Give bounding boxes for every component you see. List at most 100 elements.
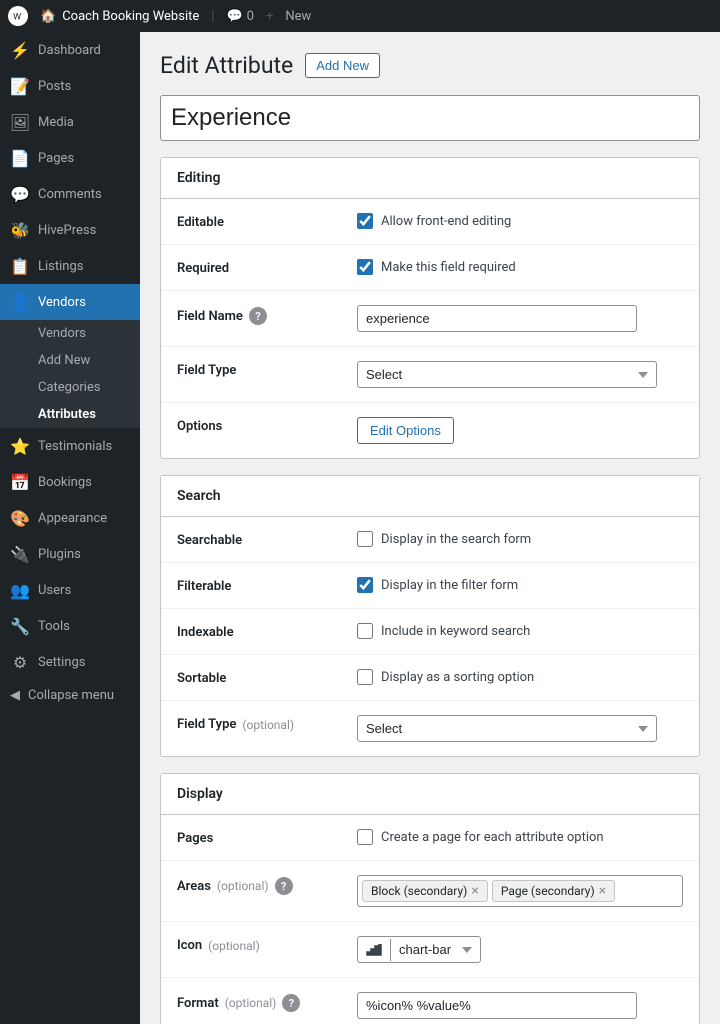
tag-block-secondary: Block (secondary) ×: [362, 880, 488, 902]
comment-icon: 💬: [226, 9, 242, 24]
collapse-menu[interactable]: ◀ Collapse menu: [0, 680, 140, 711]
sidebar-item-tools[interactable]: 🔧 Tools: [0, 608, 140, 644]
editing-section: Editing Editable Allow front-end editing…: [160, 157, 700, 459]
svg-text:W: W: [13, 13, 21, 23]
field-name-control: [357, 305, 683, 332]
sidebar-item-hivepress[interactable]: 🐝 HivePress: [0, 212, 140, 248]
pages-checkbox[interactable]: [357, 829, 373, 845]
sidebar-item-vendors[interactable]: 👤 Vendors: [0, 284, 140, 320]
icon-select-prefix: [358, 939, 391, 961]
collapse-label: Collapse menu: [28, 688, 114, 703]
search-field-type-select[interactable]: Select Text Range Radio: [357, 715, 657, 742]
indexable-control: Include in keyword search: [357, 623, 683, 639]
filterable-checkbox[interactable]: [357, 577, 373, 593]
page-title: Edit Attribute: [160, 52, 293, 79]
collapse-icon: ◀: [10, 688, 20, 703]
users-icon: 👥: [10, 580, 30, 600]
areas-row: Areas (optional) ? Block (secondary) × P…: [161, 861, 699, 922]
attribute-name-input[interactable]: [160, 95, 700, 141]
required-checkbox[interactable]: [357, 259, 373, 275]
sidebar-item-label: Bookings: [38, 475, 92, 490]
searchable-checkbox[interactable]: [357, 531, 373, 547]
sidebar-item-label: Listings: [38, 259, 83, 274]
sidebar-item-bookings[interactable]: 📅 Bookings: [0, 464, 140, 500]
sidebar-item-testimonials[interactable]: ⭐ Testimonials: [0, 428, 140, 464]
editable-check-label: Allow front-end editing: [381, 214, 511, 229]
search-section-title: Search: [161, 476, 699, 517]
sidebar-menu: ⚡ Dashboard 📝 Posts 🖼 Media 📄 Pages 💬 Co…: [0, 32, 140, 680]
icon-select[interactable]: chart-bar star heart: [391, 937, 480, 962]
top-bar: W 🏠 Coach Booking Website | 💬 0 + New: [0, 0, 720, 32]
sidebar-item-media[interactable]: 🖼 Media: [0, 104, 140, 140]
format-input[interactable]: [357, 992, 637, 1019]
sortable-label: Sortable: [177, 669, 357, 686]
tag-remove-block[interactable]: ×: [471, 884, 478, 898]
sidebar-item-comments[interactable]: 💬 Comments: [0, 176, 140, 212]
sidebar-item-users[interactable]: 👥 Users: [0, 572, 140, 608]
sidebar-sub-categories[interactable]: Categories: [0, 374, 140, 401]
format-control: [357, 992, 683, 1019]
edit-options-button[interactable]: Edit Options: [357, 417, 454, 444]
filterable-control: Display in the filter form: [357, 577, 683, 593]
field-type-select[interactable]: Select Text Textarea Number Date Checkbo…: [357, 361, 657, 388]
areas-help-icon[interactable]: ?: [275, 877, 293, 895]
vendors-submenu: Vendors Add New Categories Attributes: [0, 320, 140, 428]
new-link[interactable]: New: [285, 9, 311, 24]
wp-logo[interactable]: W: [8, 6, 28, 26]
sortable-row: Sortable Display as a sorting option: [161, 655, 699, 701]
searchable-row: Searchable Display in the search form: [161, 517, 699, 563]
tools-icon: 🔧: [10, 616, 30, 636]
listings-icon: 📋: [10, 256, 30, 276]
searchable-check: Display in the search form: [357, 531, 531, 547]
format-help-icon[interactable]: ?: [282, 994, 300, 1012]
comments-link[interactable]: 💬 0: [226, 9, 254, 24]
required-row: Required Make this field required: [161, 245, 699, 291]
layout: ⚡ Dashboard 📝 Posts 🖼 Media 📄 Pages 💬 Co…: [0, 32, 720, 1024]
sidebar-item-settings[interactable]: ⚙ Settings: [0, 644, 140, 680]
sidebar-sub-add-new[interactable]: Add New: [0, 347, 140, 374]
indexable-checkbox[interactable]: [357, 623, 373, 639]
tag-remove-page[interactable]: ×: [599, 884, 606, 898]
sidebar-item-label: Media: [38, 115, 74, 130]
sidebar-item-label: HivePress: [38, 223, 96, 238]
sidebar-sub-attributes[interactable]: Attributes: [0, 401, 140, 428]
comments-icon: 💬: [10, 184, 30, 204]
pages-check-label: Create a page for each attribute option: [381, 830, 604, 845]
areas-tags-container[interactable]: Block (secondary) × Page (secondary) ×: [357, 875, 683, 907]
site-link[interactable]: 🏠 Coach Booking Website: [40, 9, 199, 24]
add-new-button[interactable]: Add New: [305, 53, 380, 78]
sidebar-sub-vendors[interactable]: Vendors: [0, 320, 140, 347]
required-label: Required: [177, 259, 357, 276]
sidebar-item-label: Plugins: [38, 547, 81, 562]
filterable-check-label: Display in the filter form: [381, 578, 518, 593]
page-header: Edit Attribute Add New: [160, 52, 700, 79]
sortable-checkbox[interactable]: [357, 669, 373, 685]
sidebar-item-listings[interactable]: 📋 Listings: [0, 248, 140, 284]
required-check-label: Make this field required: [381, 260, 516, 275]
sidebar-item-pages[interactable]: 📄 Pages: [0, 140, 140, 176]
plugins-icon: 🔌: [10, 544, 30, 564]
editing-section-title: Editing: [161, 158, 699, 199]
icon-row: Icon (optional): [161, 922, 699, 978]
format-row: Format (optional) ?: [161, 978, 699, 1024]
vendors-icon: 👤: [10, 292, 30, 312]
sidebar-item-posts[interactable]: 📝 Posts: [0, 68, 140, 104]
sidebar-item-plugins[interactable]: 🔌 Plugins: [0, 536, 140, 572]
sidebar-item-label: Posts: [38, 79, 71, 94]
indexable-label: Indexable: [177, 623, 357, 640]
sidebar-item-label: Settings: [38, 655, 85, 670]
format-label: Format (optional) ?: [177, 992, 357, 1012]
field-type-label: Field Type: [177, 361, 357, 378]
filterable-check: Display in the filter form: [357, 577, 518, 593]
search-section: Search Searchable Display in the search …: [160, 475, 700, 757]
sidebar-item-dashboard[interactable]: ⚡ Dashboard: [0, 32, 140, 68]
sidebar-item-label: Vendors: [38, 295, 86, 310]
field-type-row: Field Type Select Text Textarea Number D…: [161, 347, 699, 403]
editable-checkbox[interactable]: [357, 213, 373, 229]
field-name-input[interactable]: [357, 305, 637, 332]
new-label: New: [285, 9, 311, 24]
indexable-row: Indexable Include in keyword search: [161, 609, 699, 655]
field-name-help-icon[interactable]: ?: [249, 307, 267, 325]
sidebar-item-label: Users: [38, 583, 71, 598]
sidebar-item-appearance[interactable]: 🎨 Appearance: [0, 500, 140, 536]
